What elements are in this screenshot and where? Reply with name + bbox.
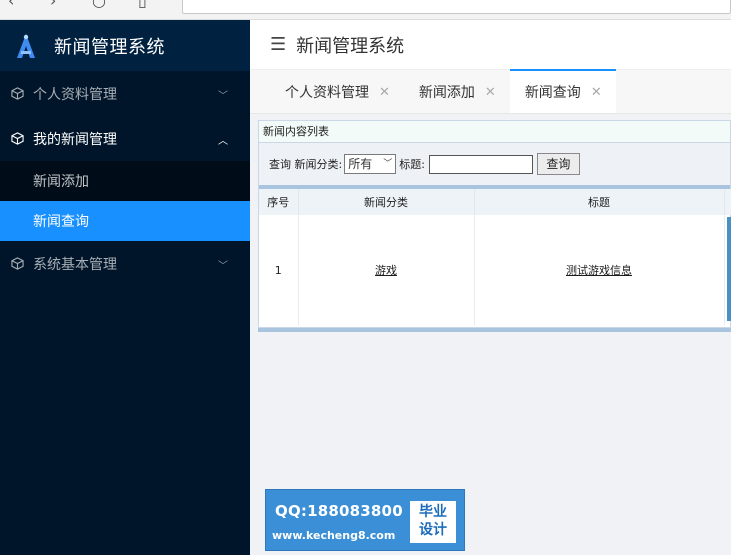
query-button[interactable]: 查询 [536, 153, 580, 175]
search-prefix-label: 查询 新闻分类: [269, 158, 343, 171]
search-bar: 查询 新闻分类: 所有 ﹀ 标题: 查询 [259, 143, 730, 189]
sidebar-header: 新闻管理系统 [0, 20, 250, 71]
chevron-down-icon: ﹀ [383, 159, 393, 169]
menu-group-label: 系统基本管理 [33, 256, 117, 273]
sidebar-item-label: 新闻添加 [33, 174, 89, 190]
cell-category: 游戏 [298, 215, 475, 325]
table-header-row: 序号 新闻分类 标题 [259, 189, 731, 215]
column-header-extra [724, 189, 731, 215]
sidebar: 新闻管理系统 个人资料管理 ﹀ 我的新闻管理 ︿ 新闻添加 新闻查询 系统基本管… [0, 20, 250, 555]
submenu-my-news: 新闻添加 新闻查询 [0, 161, 250, 241]
sidebar-item-news-add[interactable]: 新闻添加 [0, 161, 250, 201]
tab-bar: 个人资料管理 ✕ 新闻添加 ✕ 新闻查询 ✕ [250, 69, 731, 114]
tab-label: 新闻查询 [524, 85, 581, 101]
category-select-value: 所有 [348, 157, 373, 171]
column-header-title: 标题 [474, 189, 725, 215]
tab-news-add[interactable]: 新闻添加 ✕ [404, 71, 510, 113]
app-logo-icon [14, 33, 38, 59]
tab-label: 新闻添加 [418, 85, 475, 101]
back-icon[interactable]: ‹ [8, 0, 14, 9]
tab-news-query[interactable]: 新闻查询 ✕ [509, 69, 616, 113]
tabs-icon[interactable]: ▯ [138, 0, 147, 9]
app-title: 新闻管理系统 [54, 36, 165, 58]
menu-group-label: 个人资料管理 [33, 86, 117, 103]
watermark-tag: 毕业 设计 [410, 501, 456, 543]
main-area: ☰ 新闻管理系统 个人资料管理 ✕ 新闻添加 ✕ 新闻查询 ✕ 新闻内容列表 查… [250, 20, 731, 555]
sidebar-item-label: 新闻查询 [33, 214, 89, 230]
chevron-up-icon: ︿ [218, 136, 228, 147]
sidebar-item-news-query[interactable]: 新闻查询 [0, 201, 250, 241]
column-header-index: 序号 [259, 189, 299, 215]
tab-profile[interactable]: 个人资料管理 ✕ [270, 71, 404, 113]
cube-icon [10, 87, 24, 101]
menu-group-profile[interactable]: 个人资料管理 ﹀ [0, 71, 250, 116]
news-table: 序号 新闻分类 标题 1 游戏 测试游戏信息 [259, 189, 731, 325]
browser-toolbar: ‹ › ○ ▯ [0, 0, 731, 20]
table-bottom-border [258, 328, 731, 332]
panel-title: 新闻内容列表 [259, 121, 730, 143]
table-row: 1 游戏 测试游戏信息 [259, 215, 731, 325]
menu-fold-icon[interactable]: ☰ [270, 34, 286, 55]
close-icon[interactable]: ✕ [379, 85, 390, 100]
tab-label: 个人资料管理 [285, 85, 369, 101]
refresh-icon[interactable]: ○ [92, 0, 106, 9]
title-search-input[interactable] [428, 154, 533, 174]
title-label: 标题: [399, 158, 425, 171]
forward-icon[interactable]: › [50, 0, 56, 9]
category-link[interactable]: 游戏 [375, 264, 397, 277]
watermark-url: www.kecheng8.com [272, 529, 396, 542]
watermark-tag-line2: 设计 [419, 522, 447, 538]
page-title: 新闻管理系统 [296, 35, 405, 57]
chevron-down-icon: ﹀ [218, 91, 228, 102]
chevron-down-icon: ﹀ [218, 261, 228, 272]
menu-group-label: 我的新闻管理 [33, 131, 117, 148]
watermark-qq: QQ:188083800 [275, 502, 403, 520]
row-action-edge[interactable] [727, 217, 731, 321]
column-header-category: 新闻分类 [298, 189, 475, 215]
cell-title: 测试游戏信息 [474, 215, 725, 325]
news-list-panel: 新闻内容列表 查询 新闻分类: 所有 ﹀ 标题: 查询 序号 新闻分类 标题 1… [258, 120, 731, 332]
category-select[interactable]: 所有 ﹀ [344, 154, 397, 174]
close-icon[interactable]: ✕ [591, 85, 602, 100]
title-link[interactable]: 测试游戏信息 [566, 264, 632, 277]
watermark-badge: QQ:188083800 www.kecheng8.com 毕业 设计 [265, 489, 465, 551]
menu-group-my-news[interactable]: 我的新闻管理 ︿ [0, 116, 250, 161]
close-icon[interactable]: ✕ [485, 85, 496, 100]
address-bar[interactable] [182, 0, 731, 14]
cell-index: 1 [259, 215, 299, 325]
watermark-tag-line1: 毕业 [419, 504, 447, 520]
cube-icon [10, 132, 24, 146]
menu-group-system[interactable]: 系统基本管理 ﹀ [0, 241, 250, 286]
topbar: ☰ 新闻管理系统 [250, 20, 731, 70]
cube-icon [10, 257, 24, 271]
